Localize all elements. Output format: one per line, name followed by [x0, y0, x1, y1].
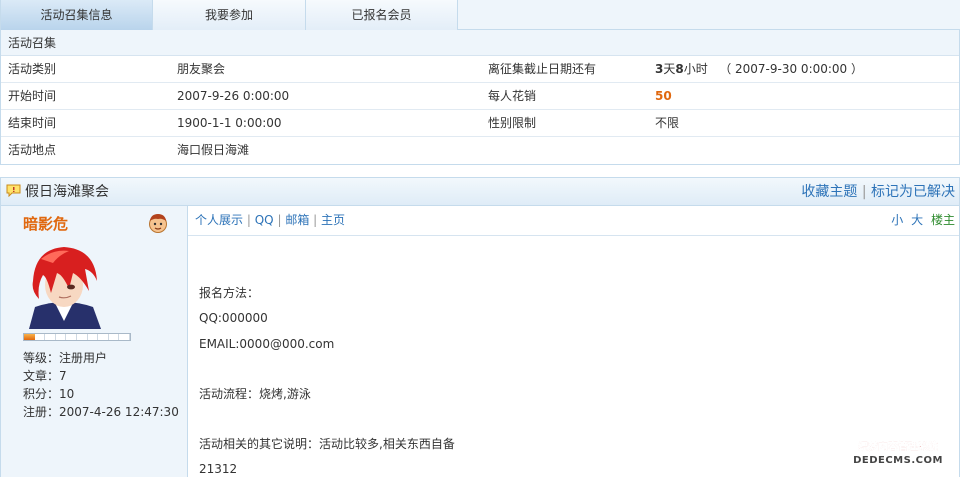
- end-time-value: 1900-1-1 0:00:00: [177, 116, 282, 130]
- post-line: EMAIL:0000@000.com: [199, 337, 335, 351]
- tab-activity-info[interactable]: 活动召集信息: [0, 0, 153, 30]
- post-toolbar: 个人展示 | QQ | 邮箱 | 主页 小 大 楼主: [188, 206, 959, 236]
- separator: |: [313, 213, 318, 227]
- separator: |: [246, 213, 251, 227]
- stat-level: 等级：注册用户: [23, 349, 107, 367]
- thread-header: 假日海滩聚会 收藏主题 | 标记为已解决: [1, 178, 959, 206]
- thread-panel: 假日海滩聚会 收藏主题 | 标记为已解决 暗影危 等级：注册用户 文章：7 积分…: [0, 177, 960, 477]
- points-value: 10: [59, 387, 75, 401]
- category-value: 朋友聚会: [177, 62, 226, 76]
- separator: |: [277, 213, 282, 227]
- tab-join[interactable]: 我要参加: [153, 0, 306, 30]
- thread-actions: 收藏主题 | 标记为已解决: [801, 178, 955, 206]
- svg-text:DEDECMS.COM: DEDECMS.COM: [853, 455, 943, 465]
- end-time-label: 结束时间: [8, 116, 57, 130]
- info-row-location: 活动地点 海口假日海滩: [1, 137, 959, 164]
- posts-label: 文章：: [23, 369, 60, 383]
- font-size-controls: 小 大 楼主: [887, 206, 955, 234]
- stat-posts: 文章：7: [23, 367, 67, 385]
- level-label: 等级：: [23, 351, 60, 365]
- separator: |: [861, 184, 867, 200]
- post-content: 个人展示 | QQ | 邮箱 | 主页 小 大 楼主 报名方法： QQ:0000…: [188, 206, 959, 477]
- info-row-category: 活动类别 朋友聚会 离征集截止日期还有 3天8小时 （ 2007-9-30 0:…: [1, 56, 959, 83]
- start-time-label: 开始时间: [8, 89, 57, 103]
- mark-resolved-link[interactable]: 标记为已解决: [871, 184, 955, 200]
- dedecms-watermark: 织梦内容管理系统 DEDECMS.COM: [853, 440, 943, 465]
- post-line: 21312: [199, 462, 238, 476]
- level-progress-fill: [24, 334, 35, 340]
- deadline-label: 离征集截止日期还有: [488, 62, 597, 76]
- deadline-countdown: 3天8小时 （ 2007-9-30 0:00:00 ）: [655, 56, 863, 83]
- tab-bar: 活动召集信息 我要参加 已报名会员: [0, 0, 960, 30]
- gender-value: 不限: [655, 116, 680, 130]
- deadline-date: （ 2007-9-30 0:00:00 ）: [719, 62, 864, 76]
- registered-label: 注册：: [23, 405, 60, 419]
- user-avatar[interactable]: [23, 241, 105, 329]
- profile-link[interactable]: 个人展示: [195, 213, 243, 227]
- category-label: 活动类别: [8, 62, 57, 76]
- speech-bubble-icon: [6, 184, 21, 197]
- post-line: 活动流程：烧烤,游泳: [199, 387, 311, 401]
- countdown-hours: 8: [675, 62, 684, 76]
- author-links: 个人展示 | QQ | 邮箱 | 主页: [195, 206, 345, 234]
- info-row-start-time: 开始时间 2007-9-26 0:00:00 每人花销 50: [1, 83, 959, 110]
- thread-title: 假日海滩聚会: [25, 184, 109, 200]
- location-value: 海口假日海滩: [177, 143, 250, 157]
- font-small-button[interactable]: 小: [891, 213, 903, 227]
- qq-link[interactable]: QQ: [255, 213, 274, 227]
- email-link[interactable]: 邮箱: [285, 213, 309, 227]
- post-line: 报名方法：: [199, 286, 260, 300]
- level-value: 注册用户: [59, 351, 108, 365]
- svg-text:织梦内容管理系统: 织梦内容管理系统: [858, 440, 938, 453]
- cost-value: 50: [655, 89, 672, 103]
- stat-points: 积分：10: [23, 385, 74, 403]
- author-panel: 暗影危 等级：注册用户 文章：7 积分：10 注册：2007-4-26 12:4…: [1, 206, 188, 477]
- author-name[interactable]: 暗影危: [23, 213, 68, 234]
- cost-label: 每人花销: [488, 89, 537, 103]
- location-label: 活动地点: [8, 143, 57, 157]
- homepage-link[interactable]: 主页: [321, 213, 345, 227]
- activity-info-header: 活动召集: [1, 30, 959, 56]
- start-time-value: 2007-9-26 0:00:00: [177, 89, 290, 103]
- favorite-link[interactable]: 收藏主题: [801, 184, 857, 200]
- post-line: QQ:000000: [199, 311, 268, 325]
- post-line: 活动相关的其它说明：活动比较多,相关东西自备: [199, 437, 455, 451]
- countdown-hours-unit: 小时: [683, 62, 708, 76]
- tab-registered-members[interactable]: 已报名会员: [306, 0, 458, 30]
- online-status-icon: [149, 214, 167, 233]
- info-row-end-time: 结束时间 1900-1-1 0:00:00 性别限制 不限: [1, 110, 959, 137]
- points-label: 积分：: [23, 387, 60, 401]
- gender-label: 性别限制: [488, 116, 537, 130]
- stat-registered: 注册：2007-4-26 12:47:30: [23, 403, 179, 421]
- activity-info-table: 活动召集 活动类别 朋友聚会 离征集截止日期还有 3天8小时 （ 2007-9-…: [0, 30, 960, 165]
- posts-value: 7: [59, 369, 67, 383]
- level-progress-bar: [23, 333, 131, 341]
- floor-label: 楼主: [930, 213, 955, 227]
- font-large-button[interactable]: 大: [911, 213, 923, 227]
- countdown-days-unit: 天: [663, 62, 676, 76]
- registered-value: 2007-4-26 12:47:30: [59, 405, 179, 419]
